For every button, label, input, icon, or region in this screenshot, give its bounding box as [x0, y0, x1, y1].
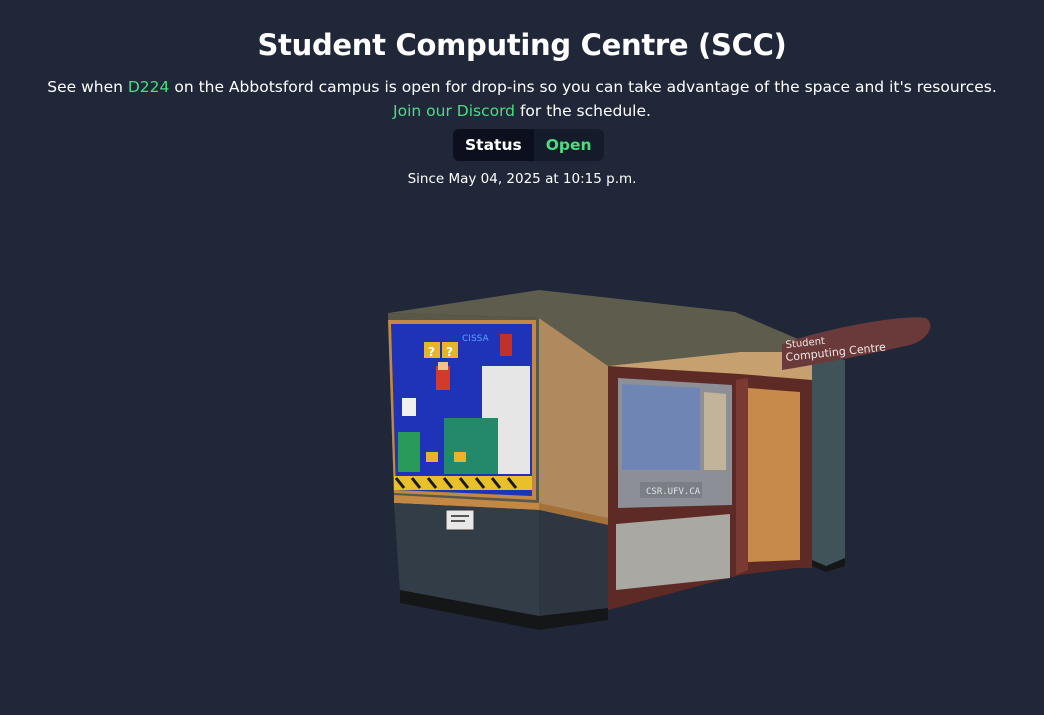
centre-sign: Student Computing Centre [782, 317, 931, 370]
plaque-line-2 [451, 520, 465, 522]
open-door[interactable] [736, 374, 812, 575]
plaque-line [451, 515, 469, 517]
poster-text: CISSA [462, 334, 490, 344]
window-label: CSR.UFV.CA [646, 487, 701, 497]
mario-poster: ? ? CISSA [388, 320, 536, 500]
lower-wall-mid [539, 510, 608, 618]
room-3d-model[interactable]: ? ? CISSA CSR.UFV.CA Student Computing C… [0, 0, 1044, 715]
pillar [812, 352, 845, 568]
svg-text:?: ? [446, 345, 453, 359]
svg-text:?: ? [428, 345, 435, 359]
front-window: CSR.UFV.CA [608, 366, 740, 610]
